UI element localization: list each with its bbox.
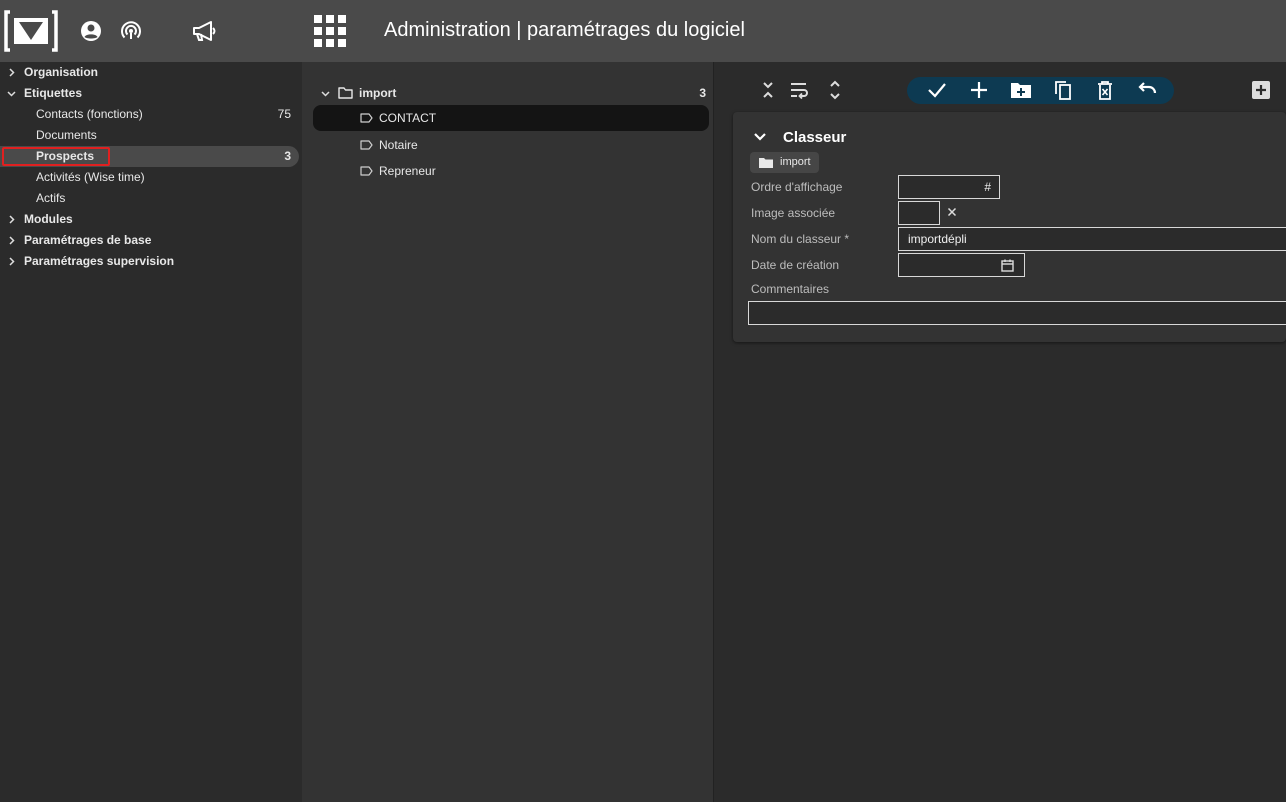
folder-icon [759,158,773,168]
tree-root-count: 3 [699,86,706,100]
plus-icon[interactable] [968,79,990,101]
sidebar-item-organisation[interactable]: Organisation [0,62,302,83]
order-field[interactable]: # [898,175,1000,199]
sidebar-item-label: Paramétrages supervision [24,254,175,268]
card-title: Classeur [783,129,847,146]
delete-icon[interactable] [1094,79,1116,101]
copy-icon[interactable] [1052,79,1074,101]
chevron-down-icon[interactable] [753,132,767,142]
sidebar-item-documents[interactable]: Documents [0,125,302,146]
close-icon[interactable] [946,206,958,218]
name-label: Nom du classeur * [751,232,850,246]
undo-icon[interactable] [1136,79,1158,101]
tree-item-notaire[interactable]: Notaire [313,132,709,158]
image-field[interactable] [898,201,940,225]
calendar-icon[interactable] [1001,259,1014,272]
check-icon[interactable] [926,79,948,101]
label-icon [360,140,373,150]
order-label: Ordre d'affichage [751,180,843,194]
sidebar-item-label: Organisation [24,65,99,79]
page-title: Administration | paramétrages du logicie… [384,19,745,41]
item-count: 3 [284,149,291,163]
add-box-icon[interactable] [1249,78,1273,102]
sidebar-item-label: Contacts (fonctions) [36,107,143,121]
comments-label: Commentaires [751,282,830,296]
chevron-down-icon [7,91,16,97]
megaphone-icon[interactable] [191,19,217,43]
expand-all-icon[interactable] [823,78,847,102]
tree-item-repreneur[interactable]: Repreneur [313,158,709,184]
name-field[interactable]: importdépli [898,227,1286,251]
tree-item-contact[interactable]: CONTACT [313,105,709,131]
chip-label: import [780,156,811,168]
name-value: importdépli [908,232,967,246]
tree-root-import[interactable]: import 3 [316,84,708,102]
sidebar-item-label: Activités (Wise time) [36,170,145,184]
sidebar-item-contacts[interactable]: Contacts (fonctions) 75 [0,104,302,125]
new-folder-icon[interactable] [1010,79,1032,101]
sidebar-item-label: Actifs [36,191,66,205]
sidebar-item-parametrages-supervision[interactable]: Paramétrages supervision [0,251,302,272]
selection-highlight-box [2,147,110,166]
tree-panel: import 3 CONTACT Notaire Repreneur [302,62,714,802]
sidebar-item-label: Paramétrages de base [24,233,152,247]
top-bar: Administration | paramétrages du logicie… [0,0,1286,62]
date-label: Date de création [751,258,840,272]
hash-suffix: # [984,180,991,194]
account-icon[interactable] [79,19,103,43]
sidebar: Organisation Etiquettes Contacts (foncti… [0,62,302,802]
image-label: Image associée [751,206,836,220]
chevron-right-icon [9,257,15,266]
sidebar-item-label: Documents [36,128,97,142]
sidebar-item-etiquettes[interactable]: Etiquettes [0,83,302,104]
wrap-icon[interactable] [788,78,812,102]
comments-field[interactable] [748,301,1286,325]
collapse-all-icon[interactable] [756,78,780,102]
chevron-right-icon [9,68,15,77]
item-count: 75 [277,107,291,121]
podcast-icon[interactable] [119,19,143,43]
apps-grid-icon[interactable] [312,13,348,49]
sidebar-item-parametrages-base[interactable]: Paramétrages de base [0,230,302,251]
tree-item-label: Notaire [379,138,418,152]
tree-item-label: Repreneur [379,164,436,178]
folder-chip[interactable]: import [750,152,819,173]
chevron-right-icon [9,215,15,224]
sidebar-item-label: Etiquettes [24,86,83,100]
logo[interactable] [4,10,58,52]
sidebar-item-actifs[interactable]: Actifs [0,188,302,209]
sidebar-item-activites[interactable]: Activités (Wise time) [0,167,302,188]
tree-root-label: import [359,86,397,100]
tree-item-label: CONTACT [379,111,437,125]
date-field[interactable] [898,253,1025,277]
label-icon [360,166,373,176]
label-icon [360,113,373,123]
sidebar-item-modules[interactable]: Modules [0,209,302,230]
folder-icon [338,87,353,99]
chevron-down-icon[interactable] [321,89,330,98]
sidebar-item-label: Modules [24,212,73,226]
chevron-right-icon [9,236,15,245]
